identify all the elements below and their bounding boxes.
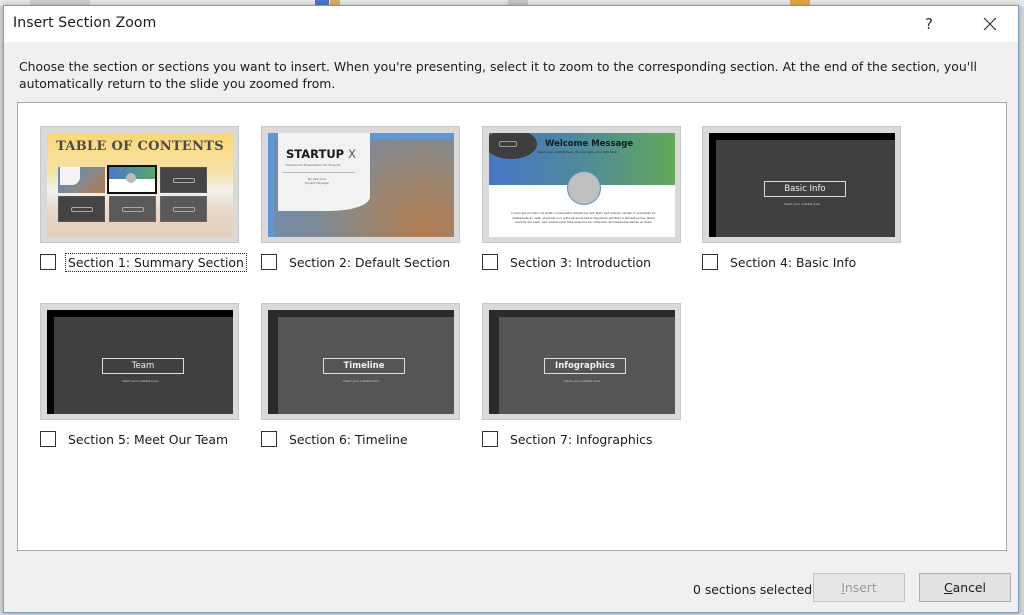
help-button[interactable]: ? [914, 10, 944, 38]
thumbnail-byline: By John Doe Project Manager [305, 177, 330, 185]
section-item: Basic Info Insert your subtitle here Sec… [702, 126, 922, 296]
section-item: STARTUP X Powerpoint Presentation for Pr… [261, 126, 481, 296]
section-checkbox-row[interactable]: Section 4: Basic Info [702, 252, 859, 272]
section-checkbox-row[interactable]: Section 1: Summary Section [40, 252, 247, 272]
thumbnail-subtitle: Powerpoint Presentation for Projects [286, 163, 341, 167]
thumbnail-title: TABLE OF CONTENTS [56, 139, 224, 154]
section-checkbox[interactable] [482, 254, 498, 270]
close-button[interactable] [972, 10, 1008, 38]
thumbnail-subtitle: Insert your subtitle here. You can type … [537, 150, 618, 154]
slide-preview-team: Team Insert your subtitle here [47, 310, 233, 414]
thumbnail-subtitle: Insert your subtitle here [783, 202, 821, 206]
section-label[interactable]: Section 5: Meet Our Team [65, 430, 231, 449]
insert-section-zoom-dialog: Insert Section Zoom ? Choose the section… [3, 5, 1019, 613]
slide-preview-welcome: Welcome Message Insert your subtitle her… [489, 133, 675, 237]
mini-slide-welcome [107, 165, 157, 194]
close-icon [983, 17, 997, 31]
section-item: TABLE OF CONTENTS Section 1: Summary Sec… [40, 126, 260, 296]
section-checkbox-row[interactable]: Section 2: Default Section [261, 252, 453, 272]
slide-preview-timeline: Timeline Insert your subtitle here [268, 310, 454, 414]
section-checkbox[interactable] [261, 254, 277, 270]
thumbnail-subtitle: Insert your subtitle here [563, 379, 601, 383]
section-label[interactable]: Section 2: Default Section [286, 253, 453, 272]
thumbnail-title: Basic Info [764, 181, 846, 197]
help-icon: ? [925, 15, 933, 33]
section-checkbox[interactable] [40, 254, 56, 270]
slide-preview-summary: TABLE OF CONTENTS [47, 133, 233, 237]
slide-preview-infographics: Infographics Insert your subtitle here [489, 310, 675, 414]
section-thumbnail[interactable]: Timeline Insert your subtitle here [261, 303, 460, 420]
section-gallery: TABLE OF CONTENTS Section 1: Summary Sec… [17, 102, 1007, 551]
section-item: Infographics Insert your subtitle here S… [482, 303, 702, 473]
insert-button[interactable]: Insert [813, 573, 905, 602]
section-checkbox-row[interactable]: Section 5: Meet Our Team [40, 429, 231, 449]
section-checkbox[interactable] [40, 431, 56, 447]
section-label[interactable]: Section 3: Introduction [507, 253, 654, 272]
instructions-text: Choose the section or sections you want … [19, 59, 977, 91]
section-thumbnail[interactable]: STARTUP X Powerpoint Presentation for Pr… [261, 126, 460, 243]
mini-slide-basic-info [160, 167, 207, 193]
section-label[interactable]: Section 1: Summary Section [65, 252, 247, 272]
thumbnail-title: Welcome Message [545, 139, 634, 149]
section-label[interactable]: Section 6: Timeline [286, 430, 411, 449]
section-checkbox-row[interactable]: Section 7: Infographics [482, 429, 655, 449]
section-label[interactable]: Section 4: Basic Info [727, 253, 859, 272]
thumbnail-body: Lorem ipsum dolor sit amet, consectetur … [511, 211, 656, 224]
thumbnail-title: Timeline [323, 358, 405, 374]
section-thumbnail[interactable]: Welcome Message Insert your subtitle her… [482, 126, 681, 243]
mini-slide-timeline [109, 196, 156, 222]
section-checkbox-row[interactable]: Section 3: Introduction [482, 252, 654, 272]
thumbnail-title: Team [102, 358, 184, 374]
mini-slide-team [58, 196, 105, 222]
thumbnail-subtitle: Insert your subtitle here [121, 379, 159, 383]
section-checkbox[interactable] [702, 254, 718, 270]
mini-slide-startup [58, 167, 105, 193]
section-thumbnail[interactable]: Basic Info Insert your subtitle here [702, 126, 901, 243]
selection-count: 0 sections selected [693, 582, 813, 597]
dialog-title: Insert Section Zoom [13, 15, 157, 31]
section-item: Team Insert your subtitle here Section 5… [40, 303, 260, 473]
section-item: Timeline Insert your subtitle here Secti… [261, 303, 481, 473]
title-bar: Insert Section Zoom ? [4, 6, 1018, 42]
slide-preview-startup: STARTUP X Powerpoint Presentation for Pr… [268, 133, 454, 237]
thumbnail-title: Infographics [544, 358, 626, 374]
section-thumbnail[interactable]: TABLE OF CONTENTS [40, 126, 239, 243]
cancel-button[interactable]: Cancel [919, 573, 1011, 602]
section-checkbox-row[interactable]: Section 6: Timeline [261, 429, 411, 449]
section-thumbnail[interactable]: Team Insert your subtitle here [40, 303, 239, 420]
section-thumbnail[interactable]: Infographics Insert your subtitle here [482, 303, 681, 420]
section-checkbox[interactable] [261, 431, 277, 447]
thumbnail-subtitle: Insert your subtitle here [342, 379, 380, 383]
section-label[interactable]: Section 7: Infographics [507, 430, 655, 449]
section-checkbox[interactable] [482, 431, 498, 447]
profile-placeholder [567, 171, 601, 205]
slide-preview-basic-info: Basic Info Insert your subtitle here [709, 133, 895, 237]
thumbnail-title: STARTUP X [286, 147, 356, 161]
section-item: Welcome Message Insert your subtitle her… [482, 126, 702, 296]
mini-slide-infographics [160, 196, 207, 222]
